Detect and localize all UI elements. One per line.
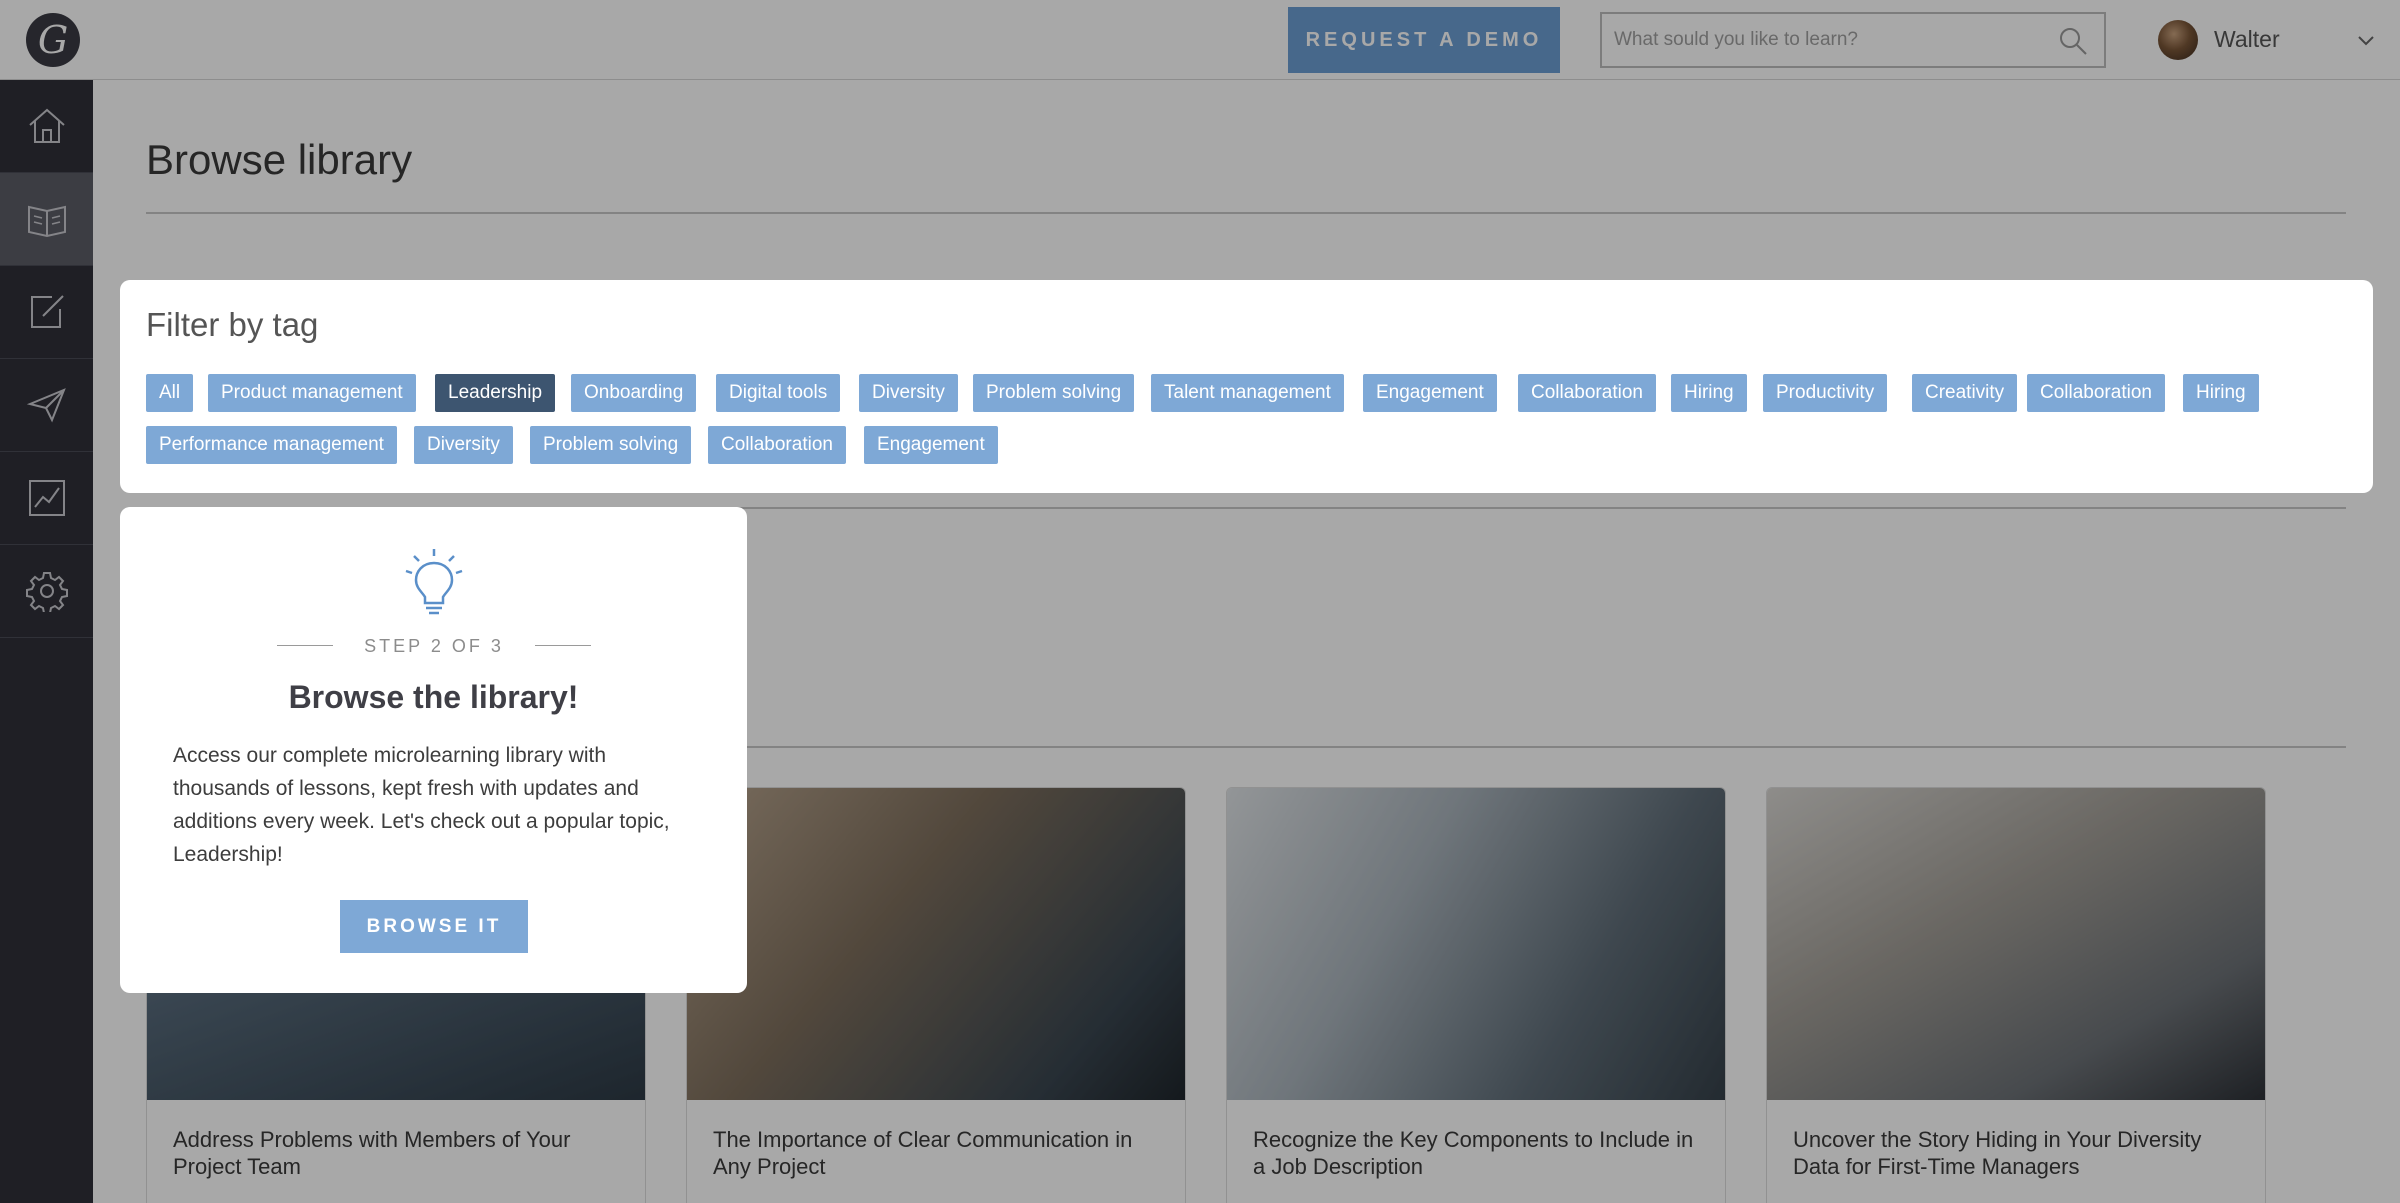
browse-it-button[interactable]: BROWSE IT: [340, 900, 528, 953]
tag[interactable]: Digital tools: [716, 374, 841, 412]
tag[interactable]: Onboarding: [571, 374, 697, 412]
tag-selected[interactable]: Leadership: [435, 374, 556, 412]
tag[interactable]: Problem solving: [973, 374, 1135, 412]
tag[interactable]: Product management: [208, 374, 416, 412]
tag[interactable]: All: [146, 374, 194, 412]
divider: [535, 645, 591, 646]
tag[interactable]: Collaboration: [708, 426, 846, 464]
popover-body: Access our complete microlearning librar…: [173, 744, 670, 866]
tag[interactable]: Creativity: [1912, 374, 2018, 412]
tag[interactable]: Performance management: [146, 426, 397, 464]
filter-title: Filter by tag: [146, 306, 319, 343]
tour-popover: STEP 2 OF 3 Browse the library! Access o…: [120, 507, 747, 993]
popover-title: Browse the library!: [288, 679, 579, 715]
tag[interactable]: Engagement: [1363, 374, 1497, 412]
tag[interactable]: Engagement: [864, 426, 998, 464]
tag[interactable]: Diversity: [414, 426, 513, 464]
step-label: STEP 2 OF 3: [364, 636, 504, 656]
tag[interactable]: Productivity: [1763, 374, 1888, 412]
tag[interactable]: Hiring: [1671, 374, 1747, 412]
filter-panel: Filter by tag All Product management Lea…: [120, 280, 2373, 493]
tag[interactable]: Diversity: [859, 374, 958, 412]
tag[interactable]: Hiring: [2183, 374, 2259, 412]
tag[interactable]: Collaboration: [2027, 374, 2165, 412]
lightbulb-icon: [405, 549, 463, 615]
tag[interactable]: Talent management: [1151, 374, 1344, 412]
step-indicator: STEP 2 OF 3: [277, 635, 591, 657]
tag[interactable]: Problem solving: [530, 426, 692, 464]
tag[interactable]: Collaboration: [1518, 374, 1656, 412]
